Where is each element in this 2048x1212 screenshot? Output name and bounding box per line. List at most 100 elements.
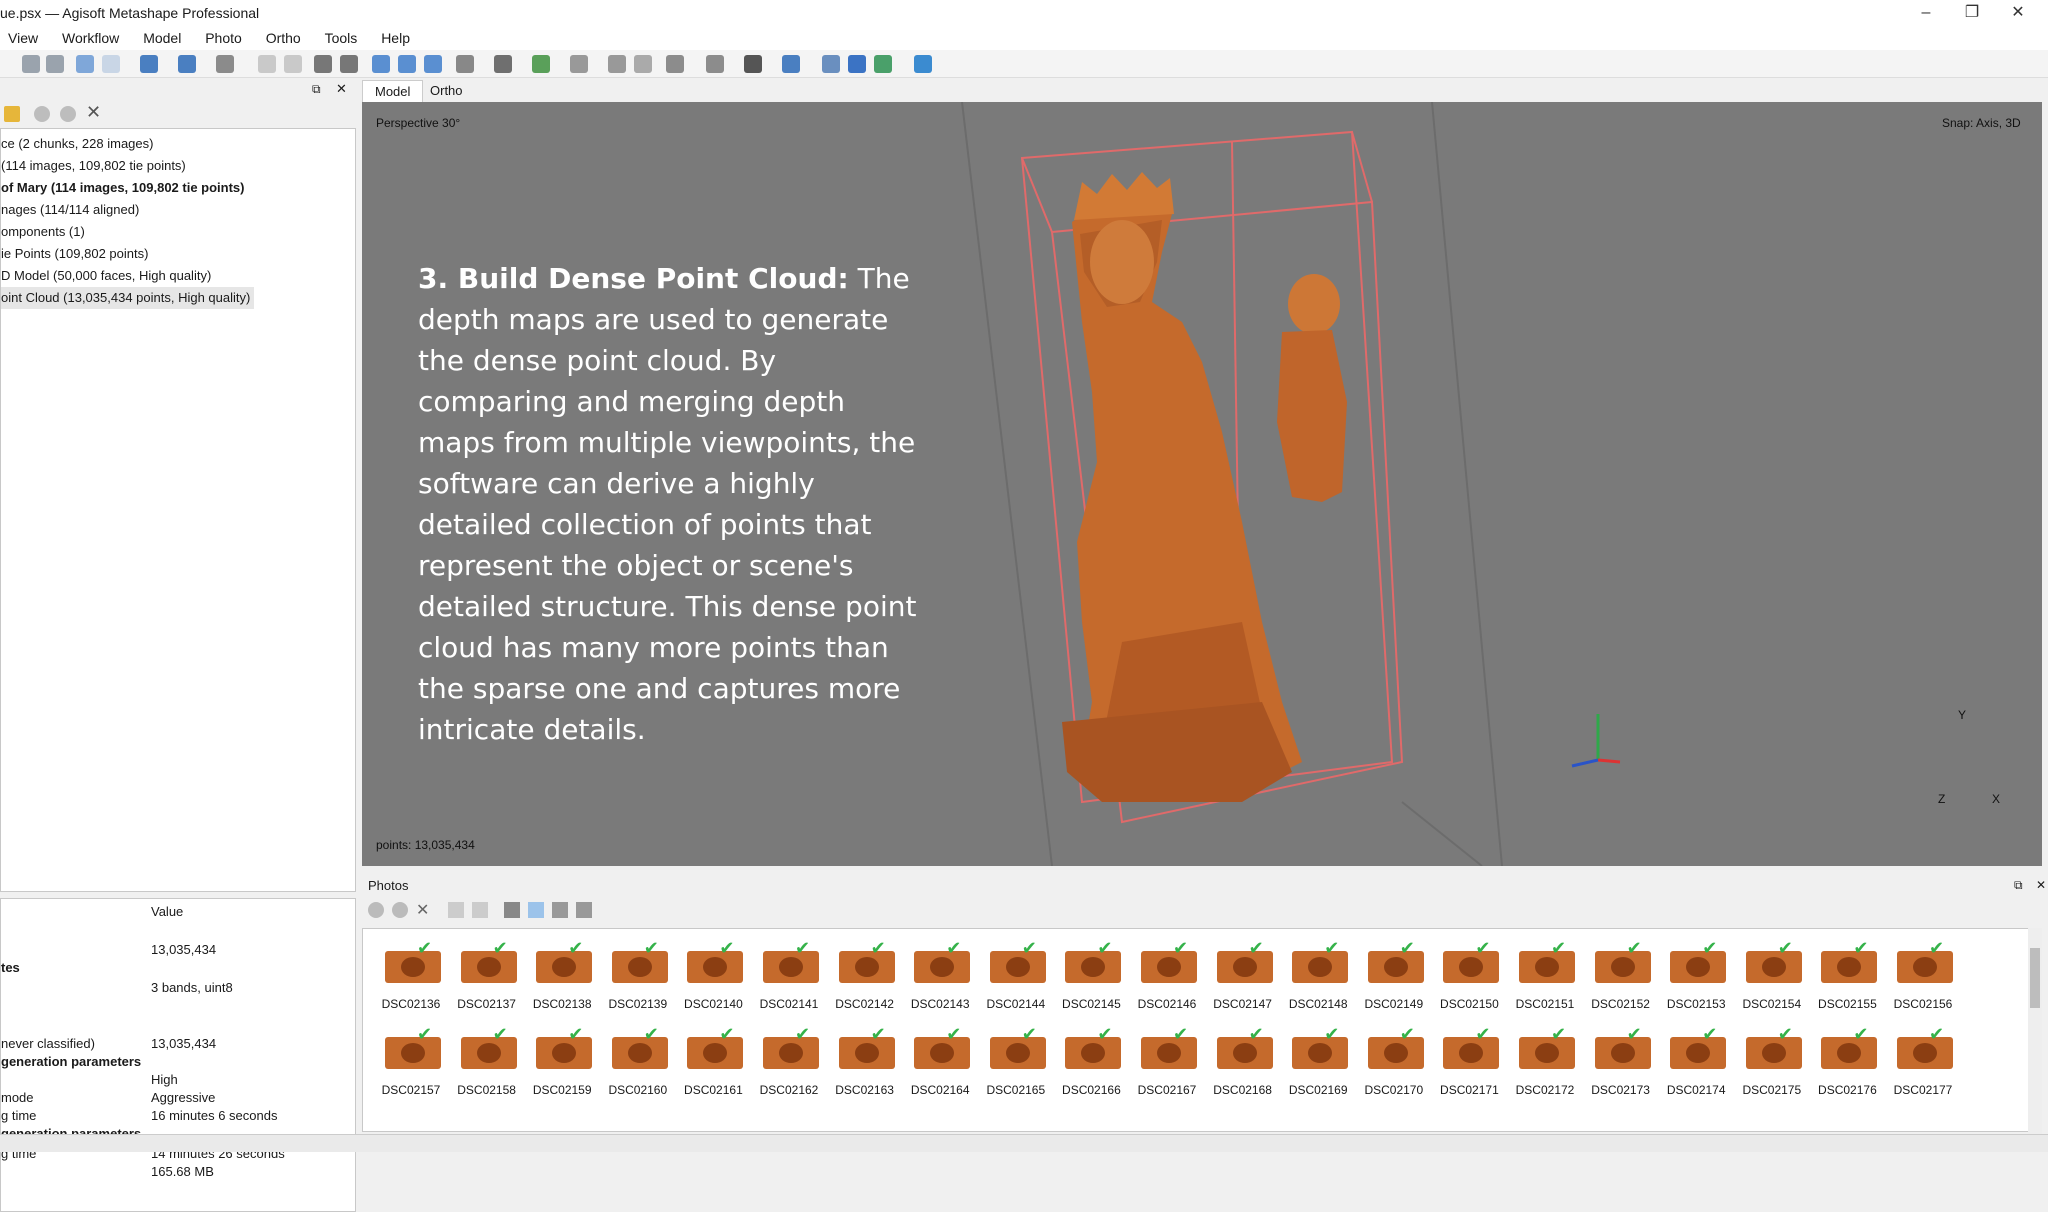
photo-thumbnail[interactable]: ✔ DSC02165 [978,1021,1054,1105]
tab-ortho[interactable]: Ortho [418,80,475,102]
show-info-icon[interactable] [848,55,866,73]
draw-polyline-icon[interactable] [284,55,302,73]
photo-thumbnail[interactable]: ✔ DSC02177 [1885,1021,1961,1105]
photo-thumbnail[interactable]: ✔ DSC02138 [524,935,600,1019]
view-mode-icon[interactable] [552,902,568,918]
photo-thumbnail[interactable]: ✔ DSC02143 [902,935,978,1019]
tree-item-chunk[interactable]: (114 images, 109,802 tie points) [1,155,355,177]
photo-thumbnail[interactable]: ✔ DSC02176 [1809,1021,1885,1105]
redo-icon[interactable] [46,55,64,73]
add-folder-icon[interactable] [60,106,76,122]
photo-thumbnail[interactable]: ✔ DSC02148 [1280,935,1356,1019]
remove-photos-icon[interactable]: ✕ [416,900,429,920]
remove-items-icon[interactable]: ✕ [86,102,101,123]
model-shaded-icon[interactable] [532,55,550,73]
tree-item-tie-points[interactable]: ie Points (109,802 points) [1,243,355,265]
photo-thumbnail[interactable]: ✔ DSC02150 [1431,935,1507,1019]
photo-thumbnail[interactable]: ✔ DSC02168 [1205,1021,1281,1105]
photo-thumbnail[interactable]: ✔ DSC02160 [600,1021,676,1105]
photo-thumbnail[interactable]: ✔ DSC02149 [1356,935,1432,1019]
reset-view-icon[interactable] [424,55,442,73]
photo-thumbnail[interactable]: ✔ DSC02137 [449,935,525,1019]
texture-icon[interactable] [608,55,626,73]
tree-item-workspace[interactable]: ce (2 chunks, 228 images) [1,133,355,155]
menu-ortho[interactable]: Ortho [258,26,313,46]
photo-thumbnail[interactable]: ✔ DSC02136 [373,935,449,1019]
photo-thumbnail[interactable]: ✔ DSC02154 [1734,935,1810,1019]
ortho-view-icon[interactable] [914,55,932,73]
draw-icon[interactable] [258,55,276,73]
photo-thumbnail[interactable]: ✔ DSC02156 [1885,935,1961,1019]
photo-thumbnail[interactable]: ✔ DSC02157 [373,1021,449,1105]
delete-selection-icon[interactable] [314,55,332,73]
crop-selection-icon[interactable] [340,55,358,73]
photo-thumbnail[interactable]: ✔ DSC02162 [751,1021,827,1105]
rotate-left-icon[interactable] [448,902,464,918]
filter-photos-icon[interactable] [504,902,520,918]
minimize-button[interactable]: – [1906,0,1946,26]
photo-thumbnail[interactable]: ✔ DSC02161 [675,1021,751,1105]
shapes-icon[interactable] [822,55,840,73]
menu-view[interactable]: View [0,26,50,46]
grid-icon[interactable] [456,55,474,73]
photo-thumbnail[interactable]: ✔ DSC02173 [1583,1021,1659,1105]
menu-photo[interactable]: Photo [197,26,254,46]
enable-photos-icon[interactable] [368,902,384,918]
rotate-right-icon[interactable] [472,902,488,918]
photo-thumbnail[interactable]: ✔ DSC02139 [600,935,676,1019]
disable-photos-icon[interactable] [392,902,408,918]
photo-thumbnail[interactable]: ✔ DSC02140 [675,935,751,1019]
dense-cloud-icon[interactable] [494,55,512,73]
photo-thumbnail[interactable]: ✔ DSC02158 [449,1021,525,1105]
photo-thumbnail[interactable]: ✔ DSC02142 [827,935,903,1019]
photo-thumbnail[interactable]: ✔ DSC02145 [1053,935,1129,1019]
float-photos-icon[interactable]: ⧉ [2014,878,2023,893]
reset-filter-icon[interactable] [528,902,544,918]
zoom-in-icon[interactable] [372,55,390,73]
add-chunk-icon[interactable] [4,106,20,122]
close-button[interactable]: ✕ [1998,0,2038,26]
photo-thumbnail[interactable]: ✔ DSC02147 [1205,935,1281,1019]
float-dock-icon[interactable]: ⧉ [312,82,321,97]
markers-icon[interactable] [706,55,724,73]
photo-thumbnail[interactable]: ✔ DSC02153 [1658,935,1734,1019]
photo-thumbnail[interactable]: ✔ DSC02171 [1431,1021,1507,1105]
close-dock-icon[interactable]: ✕ [336,81,347,97]
close-photos-icon[interactable]: ✕ [2036,878,2046,892]
dem-icon[interactable] [634,55,652,73]
photo-thumbnail[interactable]: ✔ DSC02172 [1507,1021,1583,1105]
tree-item-3d-model[interactable]: D Model (50,000 faces, High quality) [1,265,355,287]
tree-item-images[interactable]: nages (114/114 aligned) [1,199,355,221]
undo-icon[interactable] [22,55,40,73]
photo-thumbnail[interactable]: ✔ DSC02159 [524,1021,600,1105]
tab-model[interactable]: Model [362,80,424,102]
ruler-icon[interactable] [216,55,234,73]
rotate-object-icon[interactable] [178,55,196,73]
photo-thumbnail[interactable]: ✔ DSC02144 [978,935,1054,1019]
photo-thumbnail[interactable]: ✔ DSC02152 [1583,935,1659,1019]
photo-thumbnail[interactable]: ✔ DSC02163 [827,1021,903,1105]
photo-thumbnail[interactable]: ✔ DSC02155 [1809,935,1885,1019]
tiled-model-icon[interactable] [570,55,588,73]
photo-thumbnail[interactable]: ✔ DSC02169 [1280,1021,1356,1105]
photo-thumbnail[interactable]: ✔ DSC02146 [1129,935,1205,1019]
menu-model[interactable]: Model [135,26,193,46]
menu-tools[interactable]: Tools [317,26,370,46]
menu-workflow[interactable]: Workflow [54,26,131,46]
tree-item-active-chunk[interactable]: of Mary (114 images, 109,802 tie points) [1,177,355,199]
photo-thumbnail[interactable]: ✔ DSC02167 [1129,1021,1205,1105]
photo-thumbnail[interactable]: ✔ DSC02166 [1053,1021,1129,1105]
navigation-icon[interactable] [76,55,94,73]
photo-thumbnail[interactable]: ✔ DSC02164 [902,1021,978,1105]
move-object-icon[interactable] [140,55,158,73]
restore-button[interactable]: ❐ [1952,0,1992,26]
photo-thumbnail[interactable]: ✔ DSC02174 [1658,1021,1734,1105]
tree-item-point-cloud[interactable]: oint Cloud (13,035,434 points, High qual… [1,287,355,309]
trackball-icon[interactable] [782,55,800,73]
scrollbar-thumb[interactable] [2030,948,2040,1008]
tree-item-components[interactable]: omponents (1) [1,221,355,243]
add-photos-icon[interactable] [34,106,50,122]
thumbnail-size-icon[interactable] [576,902,592,918]
menu-help[interactable]: Help [373,26,422,46]
model-viewport[interactable]: Y X Z Perspective 30° Snap: Axis, 3D poi… [362,102,2042,866]
